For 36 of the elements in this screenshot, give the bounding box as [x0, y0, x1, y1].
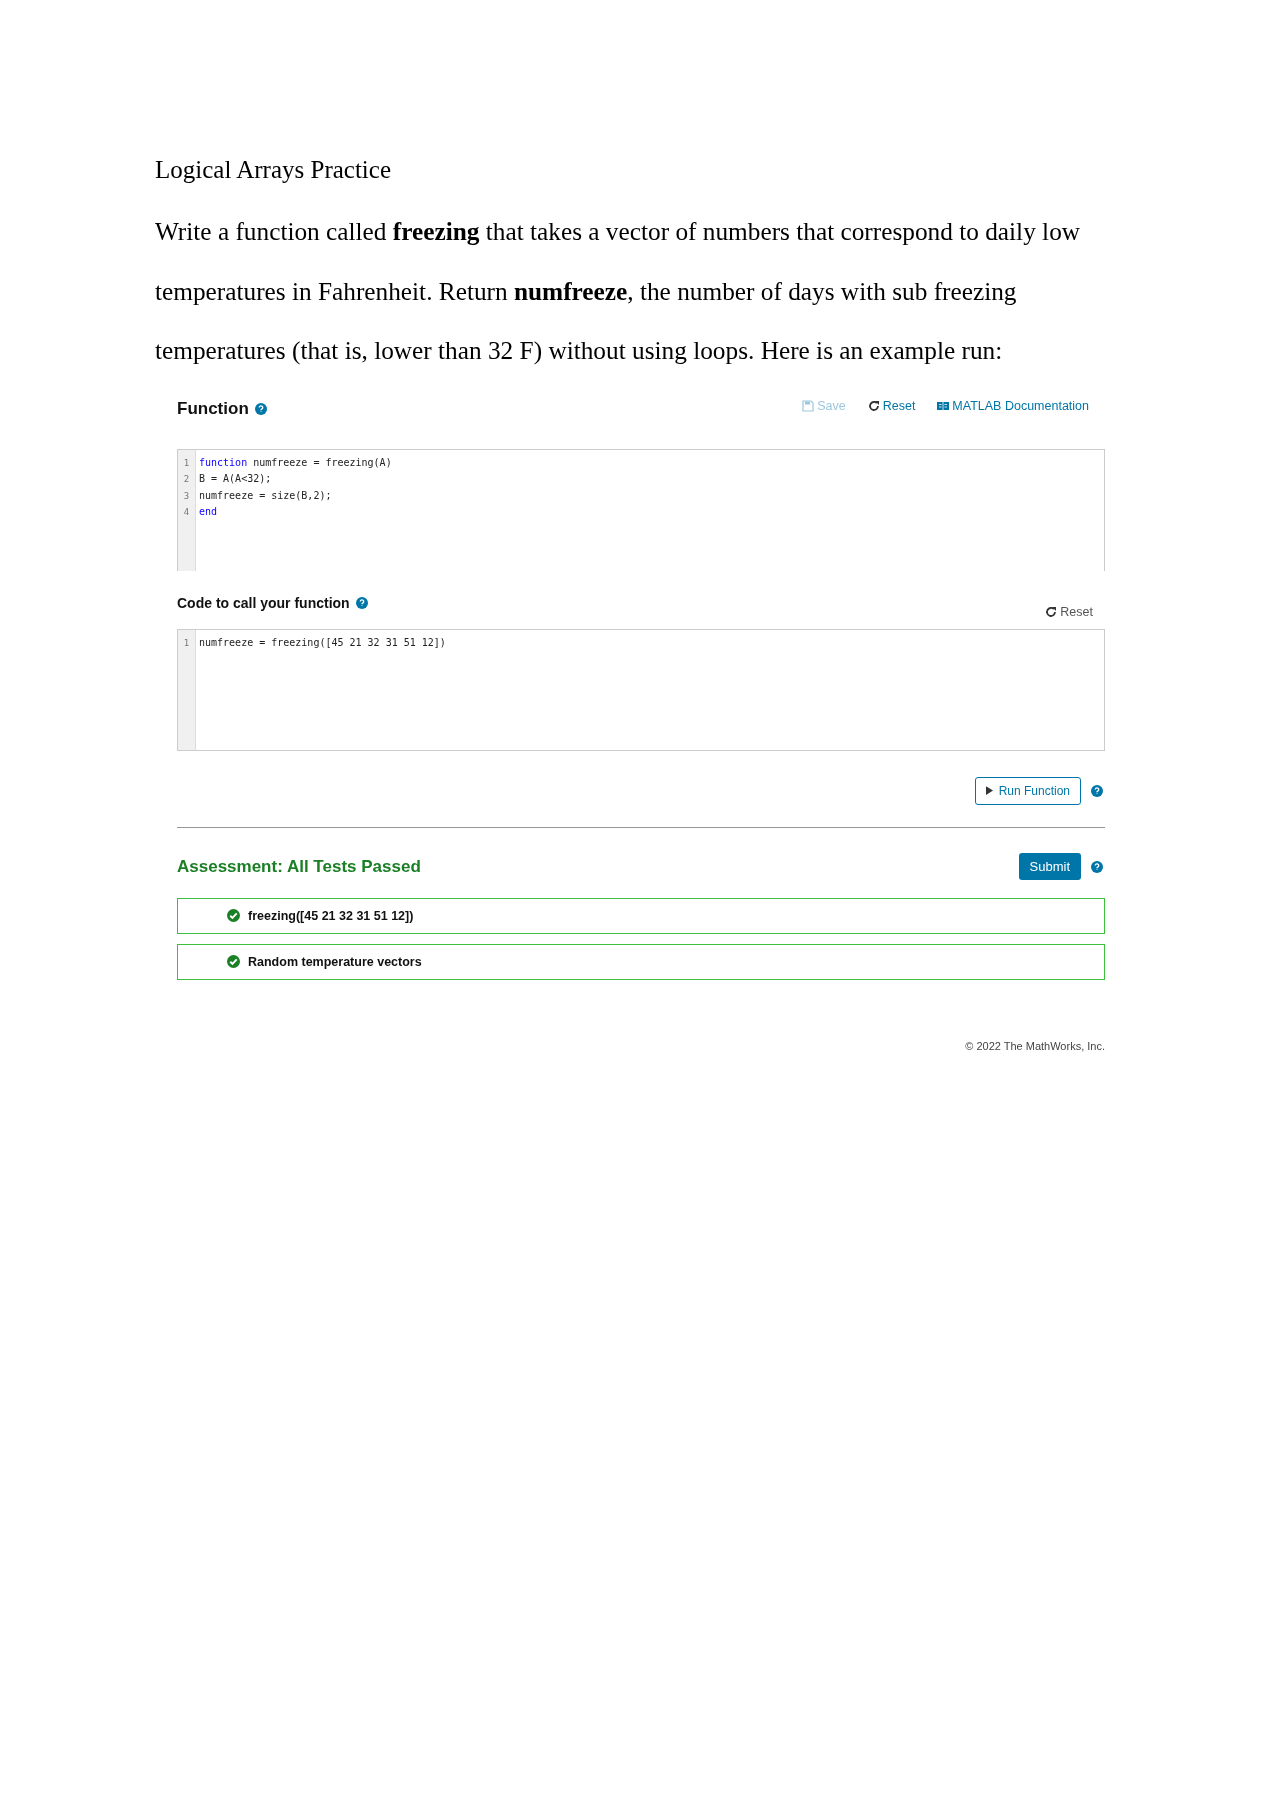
book-icon: [937, 399, 950, 412]
test-result-row[interactable]: freezing([45 21 32 31 51 12]): [177, 897, 1105, 934]
help-icon[interactable]: [1091, 784, 1103, 797]
line-number: 2: [182, 473, 191, 486]
help-icon[interactable]: [1091, 860, 1103, 873]
code-line: numfreeze = size(B,2);: [199, 488, 333, 503]
test-label: freezing([45 21 32 31 51 12]): [248, 908, 414, 923]
save-icon: [802, 399, 815, 412]
line-number: 4: [182, 506, 191, 519]
toolbar-link[interactable]: MATLAB Documentation: [937, 398, 1089, 413]
code-line: end: [199, 505, 219, 519]
reset-icon: [867, 399, 880, 412]
code-editor[interactable]: 1 2 3 4 function numfreeze = freezing(A) B = A(A<32); numfreeze = size(B,2); end: [177, 448, 1105, 571]
help-icon[interactable]: [254, 402, 267, 415]
run-function-button[interactable]: Run Function: [974, 776, 1081, 805]
assessment-heading: Assessment: All Tests Passed: [177, 856, 421, 877]
submit-button[interactable]: Submit: [1018, 853, 1081, 880]
copyright-text: © 2022 The MathWorks, Inc.: [965, 1039, 1105, 1052]
test-label: Random temperature vectors: [248, 954, 422, 969]
code-line: B = A(A<32);: [199, 472, 273, 486]
test-result-row[interactable]: Random temperature vectors: [177, 943, 1105, 980]
play-icon: [985, 786, 993, 795]
section-heading: Function: [177, 398, 249, 419]
code-line: function numfreeze = freezing(A): [199, 455, 392, 470]
code-editor[interactable]: 1 numfreeze = freezing([45 21 32 31 51 12]): [177, 628, 1105, 751]
line-number: 3: [182, 489, 191, 503]
line-number: 1: [182, 456, 191, 470]
section-heading: Code to call your function: [177, 594, 350, 611]
line-number: 1: [182, 636, 191, 650]
instructions-paragraph: Write a function called freezing that takes a vector of numbers that correspond to daily low temperatures in Fahrenheit. Return numfreeze, the number of days with sub freezing temperatures (that is, lower than 32 F) without using loops. Here is an example run:: [155, 216, 1082, 367]
reset-icon: [1045, 605, 1058, 618]
code-line: numfreeze = freezing([45 21 32 31 51 12]): [199, 635, 446, 650]
toolbar-link[interactable]: Reset: [867, 398, 916, 413]
document-title: Logical Arrays Practice: [155, 155, 392, 185]
help-icon[interactable]: [355, 596, 368, 609]
reset-link[interactable]: Reset: [1045, 594, 1105, 619]
